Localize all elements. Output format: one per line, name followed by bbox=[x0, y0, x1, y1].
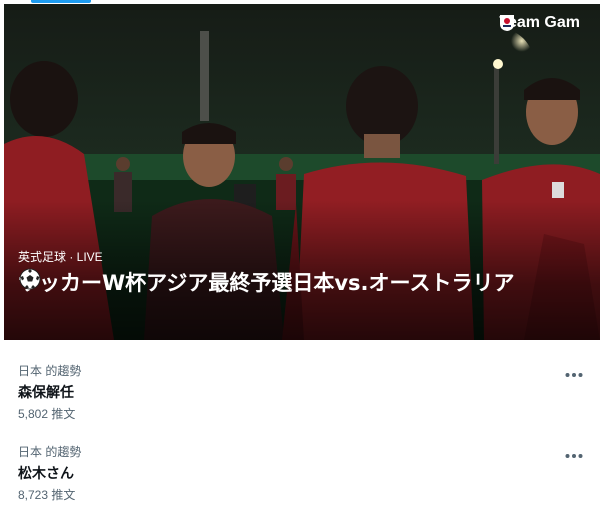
trend-name: 森保解任 bbox=[18, 385, 74, 401]
trend-count: 5,802 推文 bbox=[18, 407, 76, 421]
trend-count: 8,723 推文 bbox=[18, 488, 76, 502]
more-options-button[interactable] bbox=[562, 447, 586, 465]
trend-item[interactable]: 日本 的趨勢 松木さん 8,723 推文 bbox=[4, 429, 600, 509]
team-cam-logo: Team Gam bbox=[499, 14, 580, 32]
more-horizontal-icon bbox=[565, 454, 583, 458]
more-options-button[interactable] bbox=[562, 366, 586, 384]
soccer-ball-icon bbox=[19, 268, 41, 290]
event-category: 英式足球 · LIVE bbox=[18, 250, 103, 264]
event-title[interactable]: サッカーW杯アジア最終予選 日本vs.オーストラリア bbox=[18, 268, 578, 298]
trend-context: 日本 的趨勢 bbox=[18, 364, 82, 378]
trend-item[interactable]: 日本 的趨勢 森保解任 5,802 推文 bbox=[4, 348, 600, 428]
event-title-text: サッカーW杯アジア最終予選 bbox=[18, 271, 293, 295]
trend-name: 松木さん bbox=[18, 466, 74, 482]
event-hero-card[interactable]: Team Gam 英式足球 · LIVE サッカーW杯アジア最終予選 日本vs.… bbox=[4, 4, 600, 340]
trend-context: 日本 的趨勢 bbox=[18, 445, 82, 459]
japan-football-crest-icon bbox=[500, 15, 515, 31]
active-tab-indicator bbox=[31, 0, 91, 3]
event-title-text-2: 日本vs.オーストラリア bbox=[292, 271, 515, 295]
more-horizontal-icon bbox=[565, 373, 583, 377]
